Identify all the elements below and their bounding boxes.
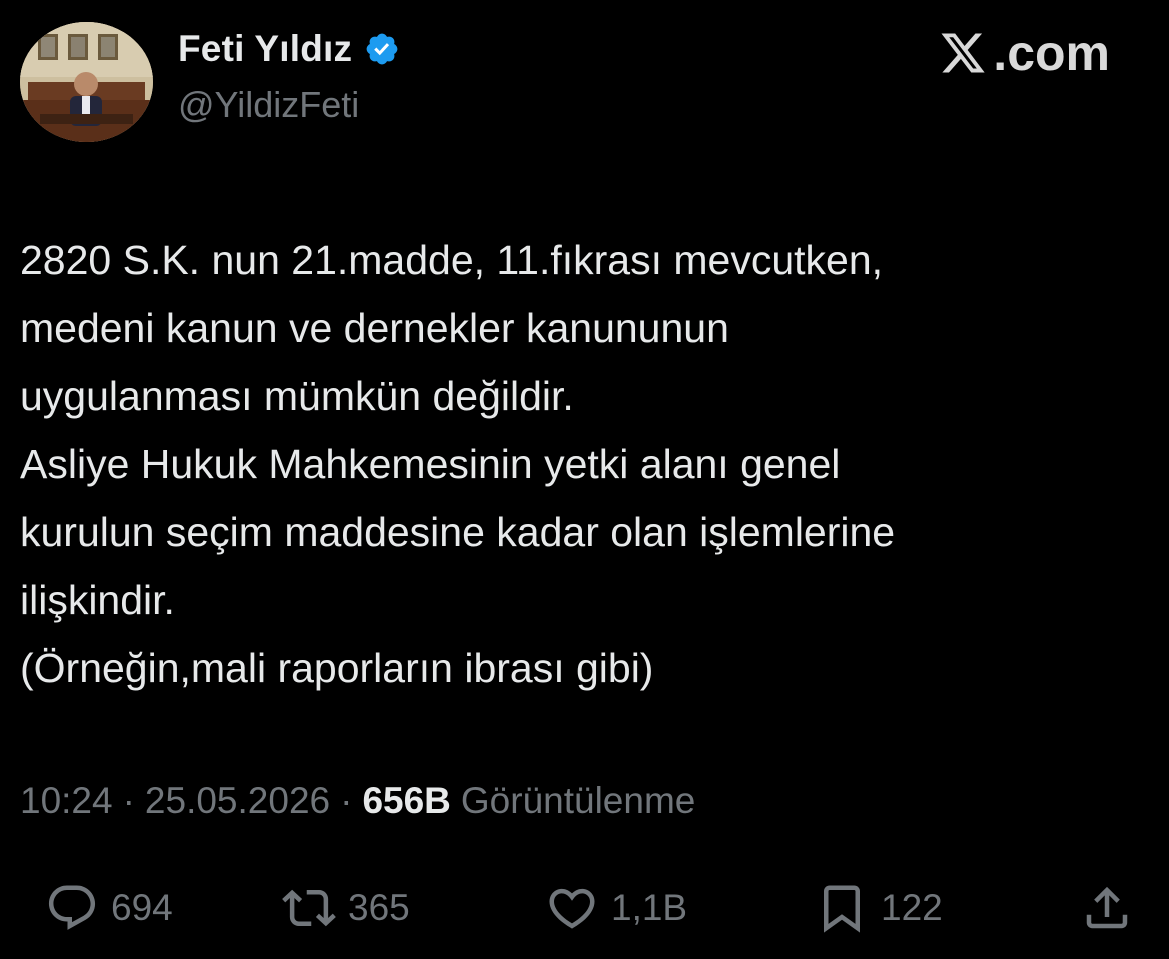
brand-logo: .com xyxy=(937,24,1110,82)
share-icon xyxy=(1086,886,1128,929)
tweet-text: 2820 S.K. nun 21.madde, 11.fıkrası mevcu… xyxy=(20,226,1140,702)
like-count: 1,1B xyxy=(611,887,688,928)
heart-icon xyxy=(549,888,595,929)
author-handle[interactable]: @YildizFeti xyxy=(178,84,359,126)
brand-suffix: .com xyxy=(993,25,1110,81)
reply-count: 694 xyxy=(111,887,173,928)
tweet-text-line: (Örneğin,mali raporların ibrası gibi) xyxy=(20,645,654,691)
views-count[interactable]: 656B xyxy=(362,780,450,822)
tweet-header: Feti Yıldız @YildizFeti .com xyxy=(20,22,1150,147)
bookmark-icon xyxy=(824,885,860,933)
retweet-icon xyxy=(282,889,336,927)
tweet-text-line: ilişkindir. xyxy=(20,577,175,623)
share-button[interactable] xyxy=(1080,875,1134,941)
reply-icon xyxy=(48,885,96,930)
tweet-date[interactable]: 25.05.2026 xyxy=(145,780,330,822)
tweet-text-line: kurulun seçim maddesine kadar olan işlem… xyxy=(20,509,896,555)
action-bar: 694 365 1,1B 122 xyxy=(20,875,1140,945)
avatar[interactable] xyxy=(20,22,153,142)
tweet-text-line: medeni kanun ve dernekler kanununun xyxy=(20,305,729,351)
tweet-meta: 10:24 · 25.05.2026 · 656B Görüntülenme xyxy=(20,780,695,822)
x-logo-icon xyxy=(941,33,985,73)
verified-badge-icon xyxy=(366,33,398,65)
like-button[interactable]: 1,1B xyxy=(545,875,687,941)
tweet-text-line: uygulanması mümkün değildir. xyxy=(20,373,574,419)
tweet-text-line: 2820 S.K. nun 21.madde, 11.fıkrası mevcu… xyxy=(20,237,884,283)
reply-button[interactable]: 694 xyxy=(45,875,173,941)
bookmark-button[interactable]: 122 xyxy=(815,875,943,941)
meta-separator: · xyxy=(122,780,135,821)
tweet-time[interactable]: 10:24 xyxy=(20,780,113,822)
retweet-count: 365 xyxy=(348,887,410,928)
tweet-text-line: Asliye Hukuk Mahkemesinin yetki alanı ge… xyxy=(20,441,841,487)
author-display-name[interactable]: Feti Yıldız xyxy=(178,28,352,70)
meta-separator: · xyxy=(340,780,353,821)
author-name-row: Feti Yıldız xyxy=(178,28,400,70)
bookmark-count: 122 xyxy=(881,887,943,928)
retweet-button[interactable]: 365 xyxy=(282,875,410,941)
views-label: Görüntülenme xyxy=(460,780,696,821)
